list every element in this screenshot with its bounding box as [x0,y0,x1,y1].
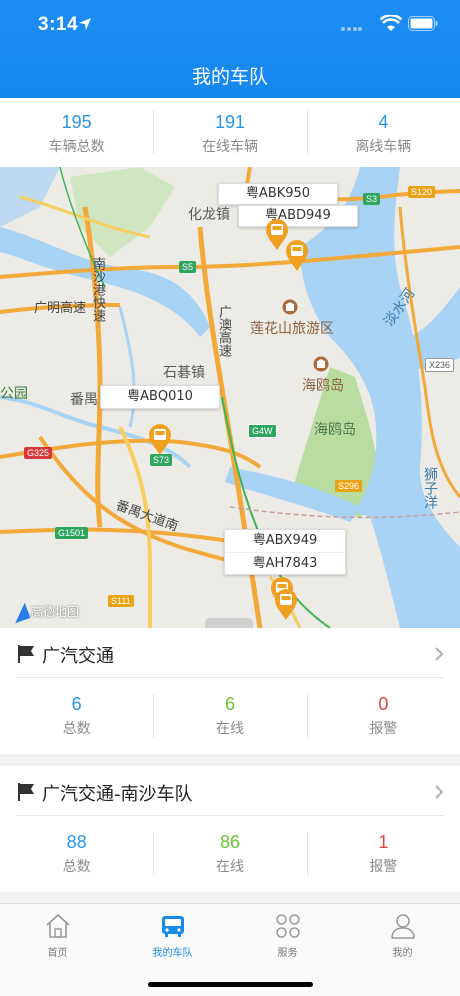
road-tag-x236: X236 [425,358,455,372]
page-title: 我的车队 [191,66,268,88]
map-label-hualong: 化龙镇 [188,207,230,223]
fleet-stat-label: 总数 [62,721,91,737]
tab-label: 首页 [47,948,68,959]
scenic-spot-icon [313,356,329,372]
home-indicator[interactable] [148,982,313,987]
map-attribution: 高德地图 [9,602,80,623]
bus-marker-icon[interactable] [148,424,172,456]
fleet-stat-label: 在线 [215,859,244,875]
fleet-card-header[interactable]: 广汽交通 [16,628,444,678]
fleet-stat-alarm[interactable]: 0 报警 [306,678,460,754]
bus-marker-icon[interactable] [285,240,309,272]
map-attribution-text: 高德地图 [31,605,80,619]
grid-icon [275,914,300,938]
tab-me[interactable]: 我的 [345,904,460,996]
home-icon [45,913,70,938]
map-collapse-handle[interactable] [205,618,253,628]
vehicle-callout-abx949[interactable]: 粤ABX949 粤AH7843 [224,529,346,575]
chevron-right-icon [435,785,444,799]
fleet-stat-value: 1 [378,832,389,852]
summary-online-value: 191 [214,112,246,132]
road-tag-s3: S3 [363,193,381,205]
fleet-name: 广汽交通 [42,646,114,667]
signal-icon [341,27,362,31]
chevron-right-icon [435,647,444,661]
vehicle-plate: 粤ABX949 [225,530,345,553]
fleet-stat-total[interactable]: 6 总数 [0,678,153,754]
flag-icon [18,783,34,801]
status-time: 3:14 [38,14,79,35]
summary-offline-value: 4 [378,112,389,132]
road-tag-g4w: G4W [248,424,277,438]
header: 3:14 我的车队 [0,0,460,98]
bus-marker-icon[interactable] [274,589,298,621]
location-arrow-icon [79,18,91,30]
map-label-park: 公园 [0,386,28,402]
summary-total-label: 车辆总数 [48,139,105,155]
map-label-nansha-expressway: 南沙港快速 [90,257,105,322]
fleet-stat-alarm[interactable]: 1 报警 [306,816,460,892]
flag-icon [18,645,34,663]
fleet-stats: 88 总数 86 在线 1 报警 [0,816,460,892]
app-screen: 3:14 我的车队 195 车辆总数 191 在线车辆 4 离线车辆 化龙镇 南… [0,0,460,996]
tab-label: 我的车队 [152,948,193,959]
map-label-haiou-poi: 海鸥岛 [302,378,344,394]
fleet-stat-online[interactable]: 86 在线 [153,816,306,892]
person-icon [390,914,415,939]
vehicle-plate: 粤AH7843 [252,556,318,571]
tab-label: 我的 [392,948,413,959]
summary-total[interactable]: 195 车辆总数 [0,98,153,167]
road-tag-g325: G325 [24,447,53,459]
map-label-guangming: 广明高速 [34,301,87,316]
status-bar: 3:14 [0,0,460,50]
fleet-stat-value: 0 [378,694,389,714]
fleet-stat-label: 报警 [369,721,398,737]
map-label-guangao: 广澳高速 [216,305,231,357]
summary-total-value: 195 [61,112,92,132]
fleet-summary: 195 车辆总数 191 在线车辆 4 离线车辆 [0,98,460,167]
map-label-shiziyang: 狮子洋 [422,467,438,509]
road-tag-s296: S296 [335,480,363,492]
fleet-card[interactable]: 广汽交通 6 总数 6 在线 0 报警 [0,628,460,754]
fleet-card[interactable]: 广汽交通-南沙车队 88 总数 86 在线 1 报警 [0,766,460,892]
map-label-lianhuashan: 莲花山旅游区 [250,321,334,337]
amap-logo-icon [9,602,31,623]
fleet-name: 广汽交通-南沙车队 [42,784,193,805]
road-tag-s111: S111 [108,595,134,607]
road-tag-s120: S120 [408,186,436,198]
vehicle-plate: 粤ABQ010 [127,389,193,404]
summary-offline-label: 离线车辆 [355,139,412,155]
wifi-icon [380,15,402,31]
fleet-map[interactable]: 化龙镇 南沙港快速 广明高速 广澳高速 莲花山旅游区 石碁镇 海鸥岛 海鸥岛 番… [0,167,460,628]
tab-label: 服务 [277,948,298,959]
road-tag-g1501: G1501 [55,527,89,539]
battery-icon [408,16,438,31]
bus-icon [161,916,184,937]
fleet-stat-total[interactable]: 88 总数 [0,816,153,892]
vehicle-plate: 粤ABK950 [245,186,311,201]
vehicle-callout-abd949[interactable]: 粤ABD949 [238,205,358,227]
map-label-panyu: 番禺 [70,392,98,408]
fleet-card-header[interactable]: 广汽交通-南沙车队 [16,766,444,816]
fleet-stat-label: 报警 [369,859,398,875]
map-label-shiqi: 石碁镇 [163,365,205,381]
fleet-stat-label: 在线 [215,721,244,737]
fleet-stats: 6 总数 6 在线 0 报警 [0,678,460,754]
vehicle-callout-abq010[interactable]: 粤ABQ010 [100,385,220,409]
summary-online-label: 在线车辆 [201,139,258,155]
scenic-spot-icon [282,299,298,315]
map-label-haiou-island: 海鸥岛 [314,422,356,438]
fleet-stat-label: 总数 [62,859,91,875]
fleet-stat-value: 6 [71,694,82,714]
fleet-stat-value: 86 [219,832,240,852]
fleet-stat-online[interactable]: 6 在线 [153,678,306,754]
vehicle-callout-abk950[interactable]: 粤ABK950 [218,183,338,205]
fleet-stat-value: 88 [66,832,87,852]
summary-offline[interactable]: 4 离线车辆 [306,98,460,167]
tab-home[interactable]: 首页 [0,904,115,996]
road-tag-s5: S5 [179,261,197,273]
fleet-stat-value: 6 [224,694,235,714]
summary-online[interactable]: 191 在线车辆 [153,98,306,167]
